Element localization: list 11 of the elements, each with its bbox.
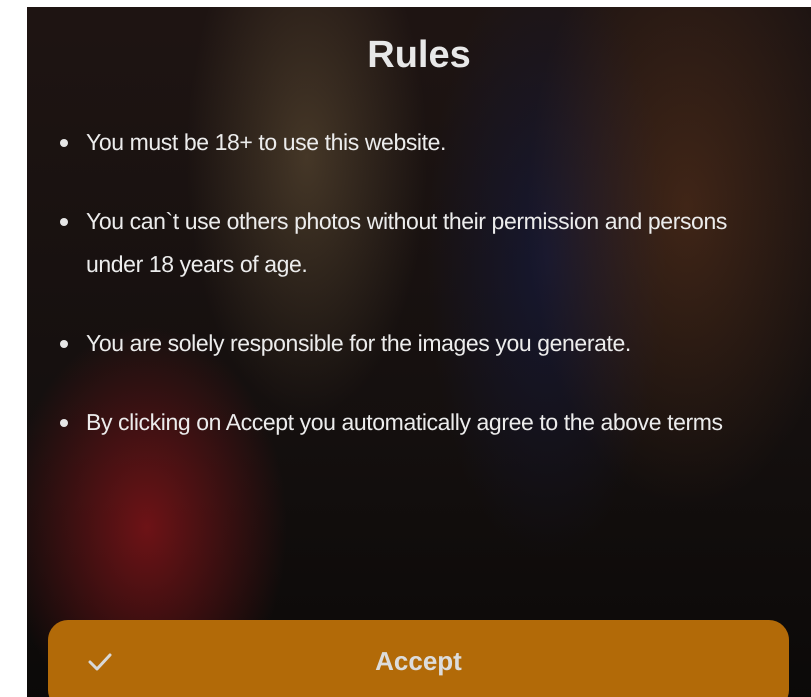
dialog-title: Rules: [366, 33, 472, 78]
bullet-icon: [60, 139, 68, 147]
bullet-icon: [60, 218, 68, 226]
rule-text: You can`t use others photos without their permission and persons under 18 years of age.: [86, 207, 728, 279]
rule-text: You must be 18+ to use this website.: [86, 128, 446, 157]
rule-text: You are solely responsible for the images you generate.: [86, 329, 631, 358]
bullet-icon: [60, 419, 68, 427]
bullet-icon: [60, 340, 68, 348]
accept-button[interactable]: Accept: [48, 620, 789, 697]
rule-text: By clicking on Accept you automatically agree to the above terms: [86, 408, 723, 437]
checkmark-icon: [88, 652, 112, 672]
